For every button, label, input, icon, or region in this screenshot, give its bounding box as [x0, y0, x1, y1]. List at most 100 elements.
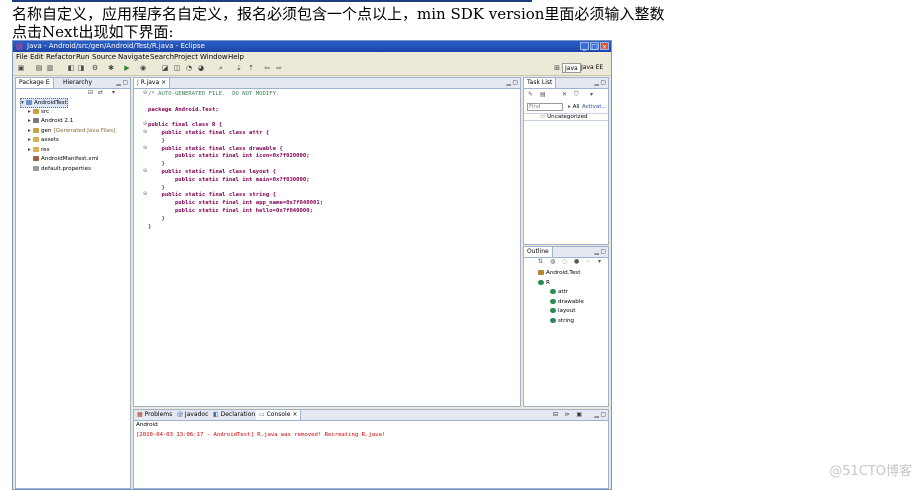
new-task-icon[interactable]: ✎ — [528, 91, 533, 98]
maximize-console-icon[interactable]: ▢ — [600, 411, 606, 419]
menu-help[interactable]: Help — [228, 53, 244, 61]
fold-toggle-icon[interactable]: ⊖ — [143, 168, 147, 174]
categorize-icon[interactable]: ▤ — [540, 91, 546, 98]
menu-refactor[interactable]: Refactor — [46, 53, 75, 61]
collapse-all-icon[interactable]: ⊟ — [88, 89, 93, 96]
menu-file[interactable]: File — [16, 53, 28, 61]
package-tree-item[interactable]: AndroidManifest.xml — [28, 155, 99, 163]
outline-item[interactable]: R — [538, 279, 550, 287]
open-type-icon[interactable]: ◕ — [197, 64, 205, 72]
display-console-icon[interactable]: ⊟ — [553, 411, 558, 419]
android-avd-icon[interactable]: ◨ — [77, 64, 85, 72]
new-package-icon[interactable]: ◫ — [173, 64, 181, 72]
run-icon[interactable]: ▶ — [123, 64, 131, 72]
fold-toggle-icon[interactable]: ⊖ — [143, 90, 147, 96]
package-tree-item[interactable]: default.properties — [28, 165, 91, 173]
menu-run[interactable]: Run — [76, 53, 89, 61]
prev-annotation-icon[interactable]: ⇡ — [247, 64, 255, 72]
minimize-view-icon[interactable]: ▁ — [116, 79, 121, 87]
hide-fields-icon[interactable]: ◍ — [550, 258, 555, 265]
minimize-console-icon[interactable]: ▁ — [594, 411, 599, 419]
tab-javadoc[interactable]: @ Javadoc — [174, 410, 211, 420]
hide-nonpublic-icon[interactable]: ● — [574, 258, 579, 265]
view-menu-icon[interactable]: ▾ — [112, 89, 115, 96]
package-tree-item[interactable]: ▸ assets — [28, 136, 59, 144]
print-icon[interactable]: ▥ — [46, 64, 54, 72]
outline-item[interactable]: layout — [550, 307, 575, 315]
perspective-java[interactable]: Java — [562, 63, 581, 73]
debug-icon[interactable]: ✱ — [107, 64, 115, 72]
outline-item[interactable]: Android.Test — [538, 269, 580, 277]
fold-toggle-icon[interactable]: ⊖ — [143, 191, 147, 197]
activate-link[interactable]: Activat... — [582, 104, 607, 110]
outline-item-label: R — [546, 279, 550, 286]
maximize-view-icon[interactable]: ▢ — [122, 79, 128, 87]
minimize-button[interactable]: _ — [580, 42, 589, 51]
tab-package-explorer[interactable]: Package E — [16, 78, 54, 88]
menu-source[interactable]: Source — [92, 53, 116, 61]
menu-project[interactable]: Project — [174, 53, 198, 61]
all-filter-link[interactable]: ▸ All — [568, 104, 580, 110]
menu-edit[interactable]: Edit — [30, 53, 44, 61]
minimize-outline-icon[interactable]: ▁ — [594, 248, 599, 256]
package-tree-item[interactable]: ▾ AndroidTest — [20, 98, 68, 108]
open-console-icon[interactable]: ▣ — [576, 411, 582, 419]
next-annotation-icon[interactable]: ⇣ — [235, 64, 243, 72]
menu-navigate[interactable]: Navigate — [118, 53, 149, 61]
outline-item[interactable]: drawable — [550, 298, 584, 306]
fold-toggle-icon[interactable]: ⊖ — [143, 129, 147, 135]
maximize-editor-icon[interactable]: ▢ — [512, 79, 518, 87]
link-editor-icon[interactable]: ⇄ — [98, 89, 103, 96]
maximize-tasklist-icon[interactable]: ▢ — [600, 79, 606, 87]
fold-toggle-icon[interactable]: ⊖ — [143, 145, 147, 151]
maximize-outline-icon[interactable]: ▢ — [600, 248, 606, 256]
new-class-icon[interactable]: ◔ — [185, 64, 193, 72]
activate-label: Activat... — [582, 104, 607, 110]
fold-toggle-icon[interactable]: ⊖ — [143, 121, 147, 127]
search-icon[interactable]: ⌕ — [217, 64, 225, 72]
minimize-editor-icon[interactable]: ▁ — [506, 79, 511, 87]
close-button[interactable]: × — [600, 42, 609, 51]
maximize-button[interactable]: □ — [590, 42, 599, 51]
tab-outline[interactable]: Outline — [524, 247, 553, 257]
editor-tabbar: J R.java × ▁ ▢ — [134, 78, 520, 89]
uncategorized-row[interactable]: ▭ Uncategorized — [524, 113, 608, 121]
tab-task-list[interactable]: Task List — [524, 78, 557, 88]
filter-icon[interactable]: ⛉ — [574, 91, 579, 98]
package-tree-item[interactable]: ▸ res — [28, 146, 50, 154]
perspective-java-ee[interactable]: Java EE — [581, 63, 603, 73]
save-icon[interactable]: ▤ — [35, 64, 43, 72]
back-icon[interactable]: ⇦ — [263, 64, 271, 72]
pin-console-icon[interactable]: ⊳ — [565, 411, 570, 419]
outline-item[interactable]: string — [550, 317, 574, 325]
tab-r-java[interactable]: J R.java × — [134, 78, 171, 88]
tab-hierarchy[interactable]: Hierarchy — [60, 78, 95, 88]
open-perspective-icon[interactable]: ⊞ — [553, 64, 561, 72]
external-tools-icon[interactable]: ⚙ — [91, 64, 99, 72]
new-java-project-icon[interactable]: ◪ — [161, 64, 169, 72]
outline-item[interactable]: attr — [550, 288, 568, 296]
tab-problems[interactable]: ▦ Problems — [134, 410, 175, 420]
android-sdk-icon[interactable]: ◧ — [67, 64, 75, 72]
minimize-tasklist-icon[interactable]: ▁ — [594, 79, 599, 87]
forward-icon[interactable]: ⇨ — [275, 64, 283, 72]
close-tab-icon[interactable]: × — [161, 79, 166, 86]
sort-icon[interactable]: ⇅ — [538, 258, 543, 265]
hide-static-icon[interactable]: ◌ — [562, 258, 567, 265]
task-view-menu-icon[interactable]: ▾ — [590, 91, 593, 98]
package-tree-item[interactable]: ▸ gen [Generated Java Files] — [28, 127, 115, 135]
new-icon[interactable]: ▣ — [17, 64, 25, 72]
run-external-icon[interactable]: ◉ — [139, 64, 147, 72]
delete-task-icon[interactable]: ✕ — [562, 91, 567, 98]
tab-console[interactable]: ▭ Console × — [256, 410, 302, 420]
menu-window[interactable]: Window — [200, 53, 228, 61]
watermark: @51CTO博客 — [829, 464, 912, 479]
hide-local-icon[interactable]: ◦ — [586, 258, 590, 265]
tab-declaration[interactable]: ◧ Declaration — [210, 410, 258, 420]
close-console-icon[interactable]: × — [292, 411, 297, 418]
task-find-input[interactable]: Find — [527, 103, 563, 111]
package-tree-item[interactable]: ▸ src — [28, 108, 49, 116]
package-tree-item[interactable]: ▸ Android 2.1 — [28, 117, 73, 125]
menu-search[interactable]: Search — [150, 53, 174, 61]
outline-view-menu-icon[interactable]: ▾ — [598, 258, 601, 265]
